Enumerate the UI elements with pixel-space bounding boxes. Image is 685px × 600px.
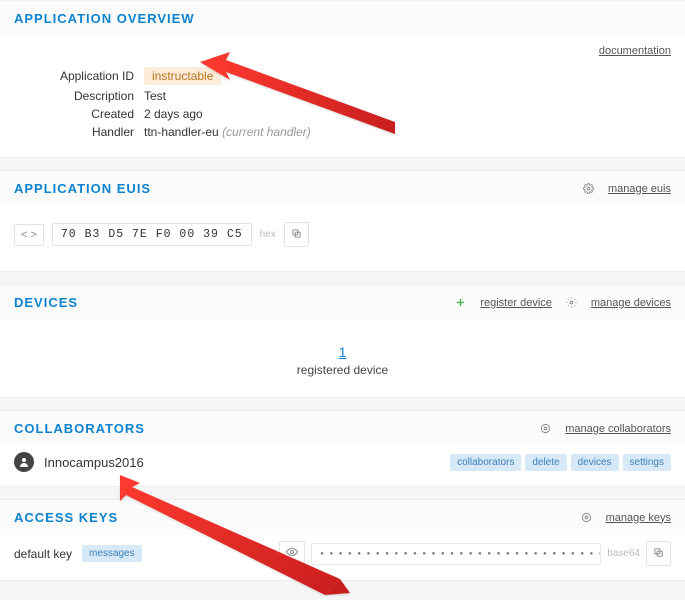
devices-count-link[interactable]: 1 xyxy=(0,344,685,360)
euis-actions: manage euis xyxy=(583,183,671,195)
documentation-link-row: documentation xyxy=(0,36,685,57)
documentation-link[interactable]: documentation xyxy=(599,45,671,57)
copy-icon[interactable] xyxy=(646,541,671,566)
avatar-icon xyxy=(14,452,34,472)
copy-icon[interactable] xyxy=(284,222,309,247)
euis-body: < > 70 B3 D5 7E F0 00 39 C5 hex xyxy=(0,206,685,271)
manage-euis-link[interactable]: manage euis xyxy=(608,183,671,195)
collaborators-actions: manage collaborators xyxy=(540,423,671,435)
section-devices: DEVICES register device manage devices 1… xyxy=(0,284,685,398)
key-encoding-label: base64 xyxy=(607,548,640,559)
row-app-id: Application ID instructable xyxy=(14,67,671,85)
page-root: APPLICATION OVERVIEW documentation Appli… xyxy=(0,0,685,581)
access-keys-title: ACCESS KEYS xyxy=(14,510,118,525)
key-field-wrap: ● ● ● ● ● ● ● ● ● ● ● ● ● ● ● ● ● ● ● ● … xyxy=(152,541,671,566)
gear-icon xyxy=(566,297,577,308)
key-right-tag: messages xyxy=(82,545,142,562)
collaborator-rights: collaborators delete devices settings xyxy=(450,454,671,471)
eui-format-toggle[interactable]: < > xyxy=(14,224,44,246)
register-device-link[interactable]: register device xyxy=(480,297,552,309)
value-handler: ttn-handler-eu (current handler) xyxy=(144,125,311,139)
plus-icon xyxy=(455,297,466,308)
right-tag: collaborators xyxy=(450,454,521,471)
section-access-keys: ACCESS KEYS manage keys default key mess… xyxy=(0,499,685,581)
label-app-id: Application ID xyxy=(14,69,144,83)
devices-title: DEVICES xyxy=(14,295,78,310)
collaborator-row: Innocampus2016 collaborators delete devi… xyxy=(0,446,685,486)
section-header-collaborators: COLLABORATORS manage collaborators xyxy=(0,411,685,446)
overview-body: Application ID instructable Description … xyxy=(0,57,685,157)
app-id-badge: instructable xyxy=(144,67,221,85)
section-header-devices: DEVICES register device manage devices xyxy=(0,285,685,320)
row-created: Created 2 days ago xyxy=(14,107,671,121)
label-handler: Handler xyxy=(14,125,144,139)
collaborator-left: Innocampus2016 xyxy=(14,452,144,472)
row-handler: Handler ttn-handler-eu (current handler) xyxy=(14,125,671,139)
section-application-overview: APPLICATION OVERVIEW documentation Appli… xyxy=(0,0,685,158)
collaborator-username[interactable]: Innocampus2016 xyxy=(44,455,144,470)
row-description: Description Test xyxy=(14,89,671,103)
access-key-left: default key messages xyxy=(14,545,142,562)
label-description: Description xyxy=(14,89,144,103)
eye-icon[interactable] xyxy=(279,541,305,566)
devices-actions: register device manage devices xyxy=(455,297,671,309)
key-masked-value: ● ● ● ● ● ● ● ● ● ● ● ● ● ● ● ● ● ● ● ● … xyxy=(311,543,601,565)
value-app-id: instructable xyxy=(144,67,221,85)
access-keys-actions: manage keys xyxy=(581,512,671,524)
value-created: 2 days ago xyxy=(144,107,203,121)
devices-body: 1 registered device xyxy=(0,320,685,397)
manage-collaborators-link[interactable]: manage collaborators xyxy=(565,423,671,435)
right-tag: delete xyxy=(525,454,566,471)
overview-title: APPLICATION OVERVIEW xyxy=(14,11,195,26)
gear-icon xyxy=(583,183,594,194)
gear-icon xyxy=(540,423,551,434)
handler-value: ttn-handler-eu xyxy=(144,125,219,139)
eui-encoding-label: hex xyxy=(260,229,276,240)
eui-row: < > 70 B3 D5 7E F0 00 39 C5 hex xyxy=(14,222,671,247)
right-tag: settings xyxy=(623,454,671,471)
collaborators-title: COLLABORATORS xyxy=(14,421,145,436)
eui-value: 70 B3 D5 7E F0 00 39 C5 xyxy=(52,223,252,246)
section-header-euis: APPLICATION EUIS manage euis xyxy=(0,171,685,206)
right-tag: devices xyxy=(571,454,619,471)
section-collaborators: COLLABORATORS manage collaborators Innoc… xyxy=(0,410,685,487)
devices-count-label: registered device xyxy=(0,363,685,377)
gear-icon xyxy=(581,512,592,523)
value-description: Test xyxy=(144,89,166,103)
key-name[interactable]: default key xyxy=(14,547,72,561)
section-header-overview: APPLICATION OVERVIEW xyxy=(0,1,685,36)
handler-suffix: (current handler) xyxy=(222,125,311,139)
manage-keys-link[interactable]: manage keys xyxy=(606,512,671,524)
access-key-row: default key messages ● ● ● ● ● ● ● ● ● ●… xyxy=(0,535,685,580)
label-created: Created xyxy=(14,107,144,121)
euis-title: APPLICATION EUIS xyxy=(14,181,151,196)
manage-devices-link[interactable]: manage devices xyxy=(591,297,671,309)
section-header-access-keys: ACCESS KEYS manage keys xyxy=(0,500,685,535)
section-application-euis: APPLICATION EUIS manage euis < > 70 B3 D… xyxy=(0,170,685,272)
